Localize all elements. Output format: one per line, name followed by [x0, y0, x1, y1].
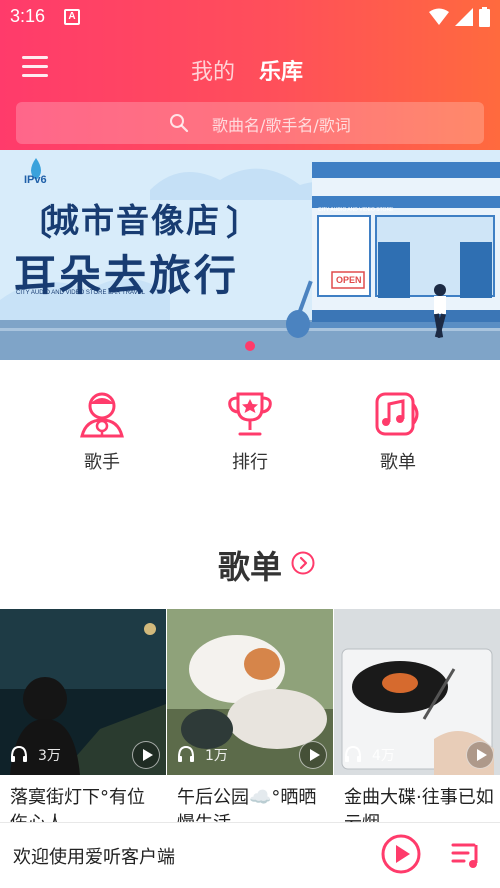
- search-placeholder: 歌曲名/歌手名/歌词: [212, 116, 351, 135]
- play-icon[interactable]: [466, 741, 494, 769]
- trophy-icon: [228, 392, 272, 436]
- category-label: 歌手: [84, 452, 120, 473]
- headphone-icon: [345, 745, 361, 762]
- playlist-queue-icon[interactable]: [450, 837, 484, 871]
- open-sign: OPEN: [336, 275, 362, 285]
- play-button-icon[interactable]: [380, 833, 422, 875]
- category-label: 排行: [232, 452, 268, 473]
- chevron-right-icon[interactable]: [291, 551, 315, 575]
- section-title: 歌单: [218, 548, 283, 586]
- store-sign: CITY AUDIO AND VIDEO STORE: [318, 207, 394, 213]
- battery-icon: [479, 7, 490, 27]
- playlist-card[interactable]: 4万 金曲大碟·往事已如云烟: [334, 609, 500, 829]
- system-icons: [429, 7, 490, 27]
- banner-title-line1: 城市音像店: [46, 201, 221, 240]
- nav-row: 我的 乐库: [0, 40, 500, 96]
- ipv6-badge: IPv6: [24, 174, 47, 186]
- status-time: 3:16: [10, 6, 46, 26]
- play-count: 4万: [372, 748, 395, 764]
- playlist-meta: 4万: [334, 735, 500, 775]
- play-count: 3万: [38, 748, 61, 764]
- playlist-meta: 3万: [0, 735, 166, 775]
- category-ranking[interactable]: 排行: [200, 380, 300, 474]
- search-icon: [170, 114, 189, 133]
- headphone-icon: [11, 745, 27, 762]
- playlist-icon: [375, 392, 419, 436]
- playlist-card[interactable]: 3万 落寞街灯下°有位伤心人: [0, 609, 166, 829]
- bracket-right-icon: 〕: [226, 204, 260, 244]
- notification-icon: A: [64, 9, 80, 25]
- play-icon[interactable]: [299, 741, 327, 769]
- tab-mine[interactable]: 我的: [191, 54, 235, 86]
- category-label: 歌单: [380, 452, 416, 473]
- menu-icon[interactable]: [22, 56, 48, 78]
- category-singer[interactable]: 歌手: [52, 380, 152, 474]
- singer-icon: [80, 392, 124, 438]
- category-playlist[interactable]: 歌单: [348, 380, 448, 474]
- top-header: 3:16 A 我的 乐库 歌曲名/歌手名/歌词: [0, 0, 500, 150]
- promo-banner[interactable]: IPv6 〔 城市音像店 〕 耳朵去旅行 CITY AUDIO AND VIDE…: [0, 150, 500, 360]
- mini-player[interactable]: 欢迎使用爱听客户端: [0, 822, 500, 888]
- playlist-card[interactable]: 1万 午后公园☁️°晒晒慢生活: [167, 609, 333, 829]
- category-row: 歌手 排行 歌单: [0, 380, 500, 500]
- playlist-meta: 1万: [167, 735, 333, 775]
- signal-icon: [455, 8, 473, 26]
- play-count: 1万: [205, 748, 228, 764]
- tab-library[interactable]: 乐库: [259, 54, 303, 86]
- headphone-icon: [178, 745, 194, 762]
- banner-subtitle: CITY AUDIO AND VIDEO STORE EAR TRAVEL: [16, 290, 145, 296]
- search-input[interactable]: 歌曲名/歌手名/歌词: [16, 102, 484, 144]
- banner-page-indicator[interactable]: [245, 341, 255, 351]
- playlist-grid: 3万 落寞街灯下°有位伤心人 1万 午后公园☁️°晒晒慢生活 4万 金曲大碟·往…: [0, 609, 500, 829]
- wifi-icon: [429, 8, 449, 25]
- play-icon[interactable]: [132, 741, 160, 769]
- status-bar: 3:16 A: [0, 0, 500, 34]
- player-status-text: 欢迎使用爱听客户端: [13, 847, 175, 868]
